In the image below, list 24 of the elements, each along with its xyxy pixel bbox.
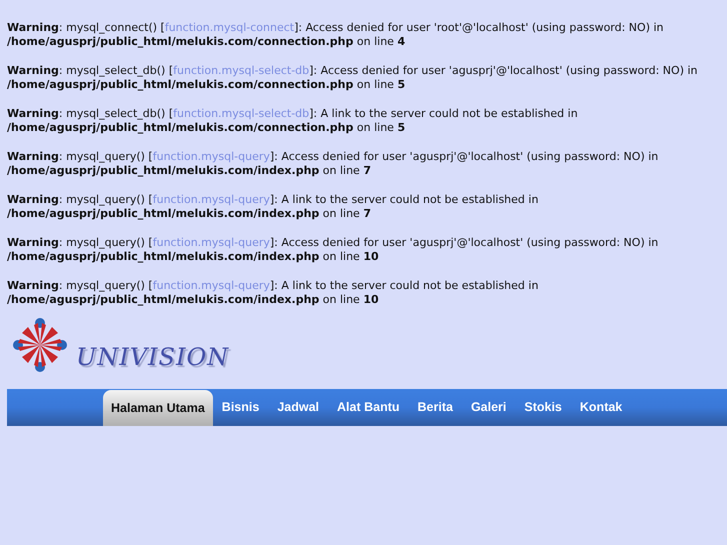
warning-message: Warning: mysql_connect() [function.mysql-connect]: Access denied for user 'root'@'localhost' (using password: NO) in /home/agusprj/public_html/melukis.com/connection.php on line 4 <box>7 21 665 49</box>
warning-message: Warning: mysql_select_db() [function.mysql-select-db]: A link to the server could not be established in /home/agusprj/public_html/melukis.com/connection.php on line 5 <box>7 107 579 135</box>
logo-icon <box>12 317 68 373</box>
warning-message: Warning: mysql_query() [function.mysql-query]: Access denied for user 'agusprj'@'localhost' (using password: NO) in /home/agusprj/public_html/melukis.com/index.php on line 7 <box>7 150 660 178</box>
function-link[interactable]: function.mysql-connect <box>164 21 294 34</box>
logo-text: UNIVISION <box>76 343 230 371</box>
warning-message: Warning: mysql_query() [function.mysql-query]: A link to the server could not be established in /home/agusprj/public_html/melukis.com/index.php on line 7 <box>7 193 540 221</box>
nav-tab[interactable]: Bisnis <box>212 390 268 425</box>
nav-tab[interactable]: Kontak <box>570 390 632 425</box>
warning-message: Warning: mysql_query() [function.mysql-query]: A link to the server could not be established in /home/agusprj/public_html/melukis.com/index.php on line 10 <box>7 279 540 307</box>
function-link[interactable]: function.mysql-query <box>152 236 270 249</box>
nav-tab[interactable]: Halaman Utama <box>103 390 213 426</box>
function-link[interactable]: function.mysql-select-db <box>173 64 310 77</box>
function-link[interactable]: function.mysql-query <box>152 193 270 206</box>
nav-tab[interactable]: Jadwal <box>268 390 328 425</box>
nav-tab[interactable]: Galeri <box>462 390 516 425</box>
nav-tab[interactable]: Alat Bantu <box>328 390 408 425</box>
function-link[interactable]: function.mysql-query <box>152 150 270 163</box>
function-link[interactable]: function.mysql-query <box>152 279 270 292</box>
function-link[interactable]: function.mysql-select-db <box>173 107 310 120</box>
warning-message: Warning: mysql_query() [function.mysql-query]: Access denied for user 'agusprj'@'localhost' (using password: NO) in /home/agusprj/public_html/melukis.com/index.php on line 10 <box>7 236 660 264</box>
warning-message: Warning: mysql_select_db() [function.mysql-select-db]: Access denied for user 'agusprj'@'localhost' (using password: NO) in /home/agusprj/public_html/melukis.com/connection.php on line 5 <box>7 64 699 92</box>
nav-tab[interactable]: Stokis <box>515 390 571 425</box>
nav-tab[interactable]: Berita <box>408 390 462 425</box>
